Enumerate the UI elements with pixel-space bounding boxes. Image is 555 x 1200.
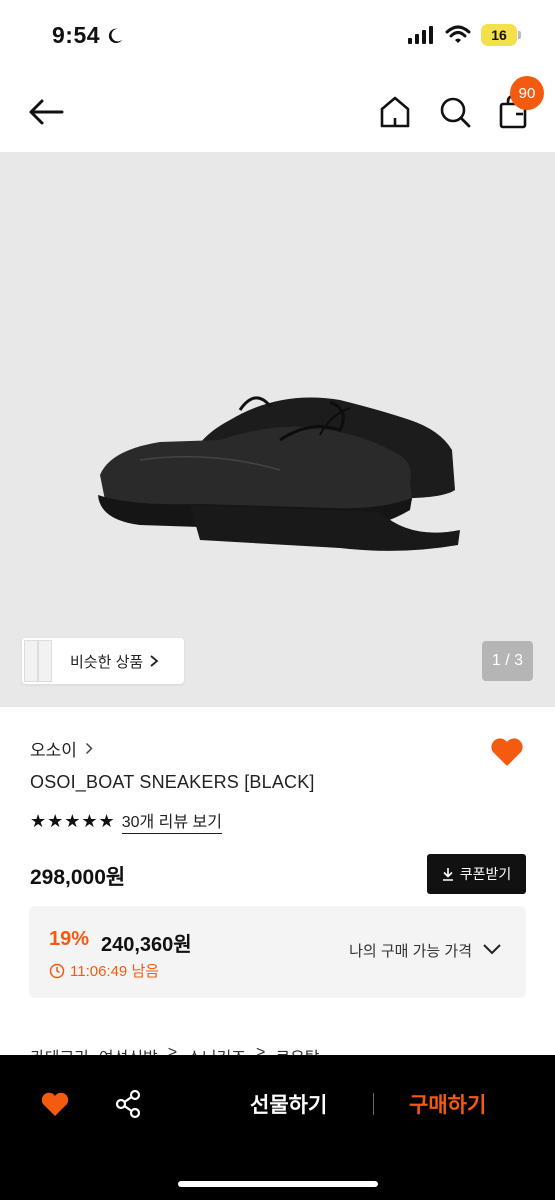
my-price-label: 나의 구매 가능 가격 bbox=[349, 943, 472, 960]
moon-icon bbox=[108, 28, 123, 43]
share-icon[interactable] bbox=[114, 1089, 142, 1119]
original-price: 298,000원 bbox=[30, 866, 126, 889]
brand-name: 오소이 bbox=[30, 741, 77, 760]
similar-products-button[interactable]: 비슷한 상품 bbox=[22, 638, 184, 684]
bar-divider bbox=[373, 1093, 374, 1115]
favorite-heart-icon[interactable] bbox=[489, 736, 525, 768]
nav-bar: 90 bbox=[0, 72, 555, 152]
rating-row: ★★★★★ 30개 리뷰 보기 bbox=[30, 808, 222, 834]
status-time: 9:54 bbox=[52, 22, 101, 48]
download-icon bbox=[442, 868, 453, 881]
similar-thumb bbox=[38, 640, 52, 682]
similar-thumbnails bbox=[24, 638, 60, 684]
image-page-text: 1 / 3 bbox=[491, 652, 524, 669]
star-rating: ★★★★★ bbox=[30, 810, 116, 831]
similar-thumb bbox=[24, 640, 38, 682]
cart-count: 90 bbox=[518, 84, 536, 102]
gift-button[interactable]: 선물하기 bbox=[250, 1089, 327, 1119]
chevron-right-icon bbox=[150, 655, 159, 667]
home-icon[interactable] bbox=[376, 92, 414, 132]
chevron-right-icon bbox=[85, 742, 93, 755]
product-image-carousel[interactable]: 비슷한 상품 1 / 3 bbox=[0, 152, 555, 707]
wifi-icon bbox=[445, 25, 471, 43]
review-link[interactable]: 30개 리뷰 보기 bbox=[121, 808, 222, 834]
coupon-button[interactable]: 쿠폰받기 bbox=[427, 854, 526, 894]
status-icons: 16 bbox=[407, 24, 521, 46]
timer-text: 11:06:49 남음 bbox=[70, 963, 160, 980]
home-indicator bbox=[178, 1181, 378, 1187]
buy-button[interactable]: 구매하기 bbox=[409, 1089, 486, 1119]
search-icon[interactable] bbox=[436, 92, 474, 132]
battery-indicator: 16 bbox=[481, 24, 521, 46]
chevron-down-icon bbox=[483, 944, 501, 955]
product-shoe-image bbox=[98, 396, 460, 551]
coupon-button-label: 쿠폰받기 bbox=[459, 866, 512, 882]
image-page-indicator: 1 / 3 bbox=[482, 641, 533, 681]
battery-level: 16 bbox=[491, 27, 507, 43]
bottom-action-bar: 선물하기 구매하기 bbox=[0, 1055, 555, 1200]
bottom-heart-icon[interactable] bbox=[40, 1091, 70, 1117]
clock-icon bbox=[49, 963, 65, 978]
discount-percent: 19% bbox=[49, 928, 90, 950]
signal-icon bbox=[408, 26, 433, 44]
product-name: OSOI_BOAT SNEAKERS [BLACK] bbox=[30, 772, 315, 792]
discount-price: 240,360원 bbox=[101, 934, 192, 956]
status-bar: 9:54 16 bbox=[0, 0, 555, 72]
back-arrow-icon[interactable] bbox=[26, 92, 66, 132]
similar-products-label: 비슷한 상품 bbox=[70, 653, 144, 671]
brand-link[interactable]: 오소이 bbox=[30, 736, 93, 761]
cart-count-badge: 90 bbox=[510, 76, 544, 110]
discount-timer: 11:06:49 남음 bbox=[49, 960, 159, 981]
status-time-group: 9:54 bbox=[52, 22, 124, 49]
discount-panel[interactable]: 19% 240,360원 11:06:49 남음 나의 구매 가능 가격 bbox=[29, 906, 526, 998]
